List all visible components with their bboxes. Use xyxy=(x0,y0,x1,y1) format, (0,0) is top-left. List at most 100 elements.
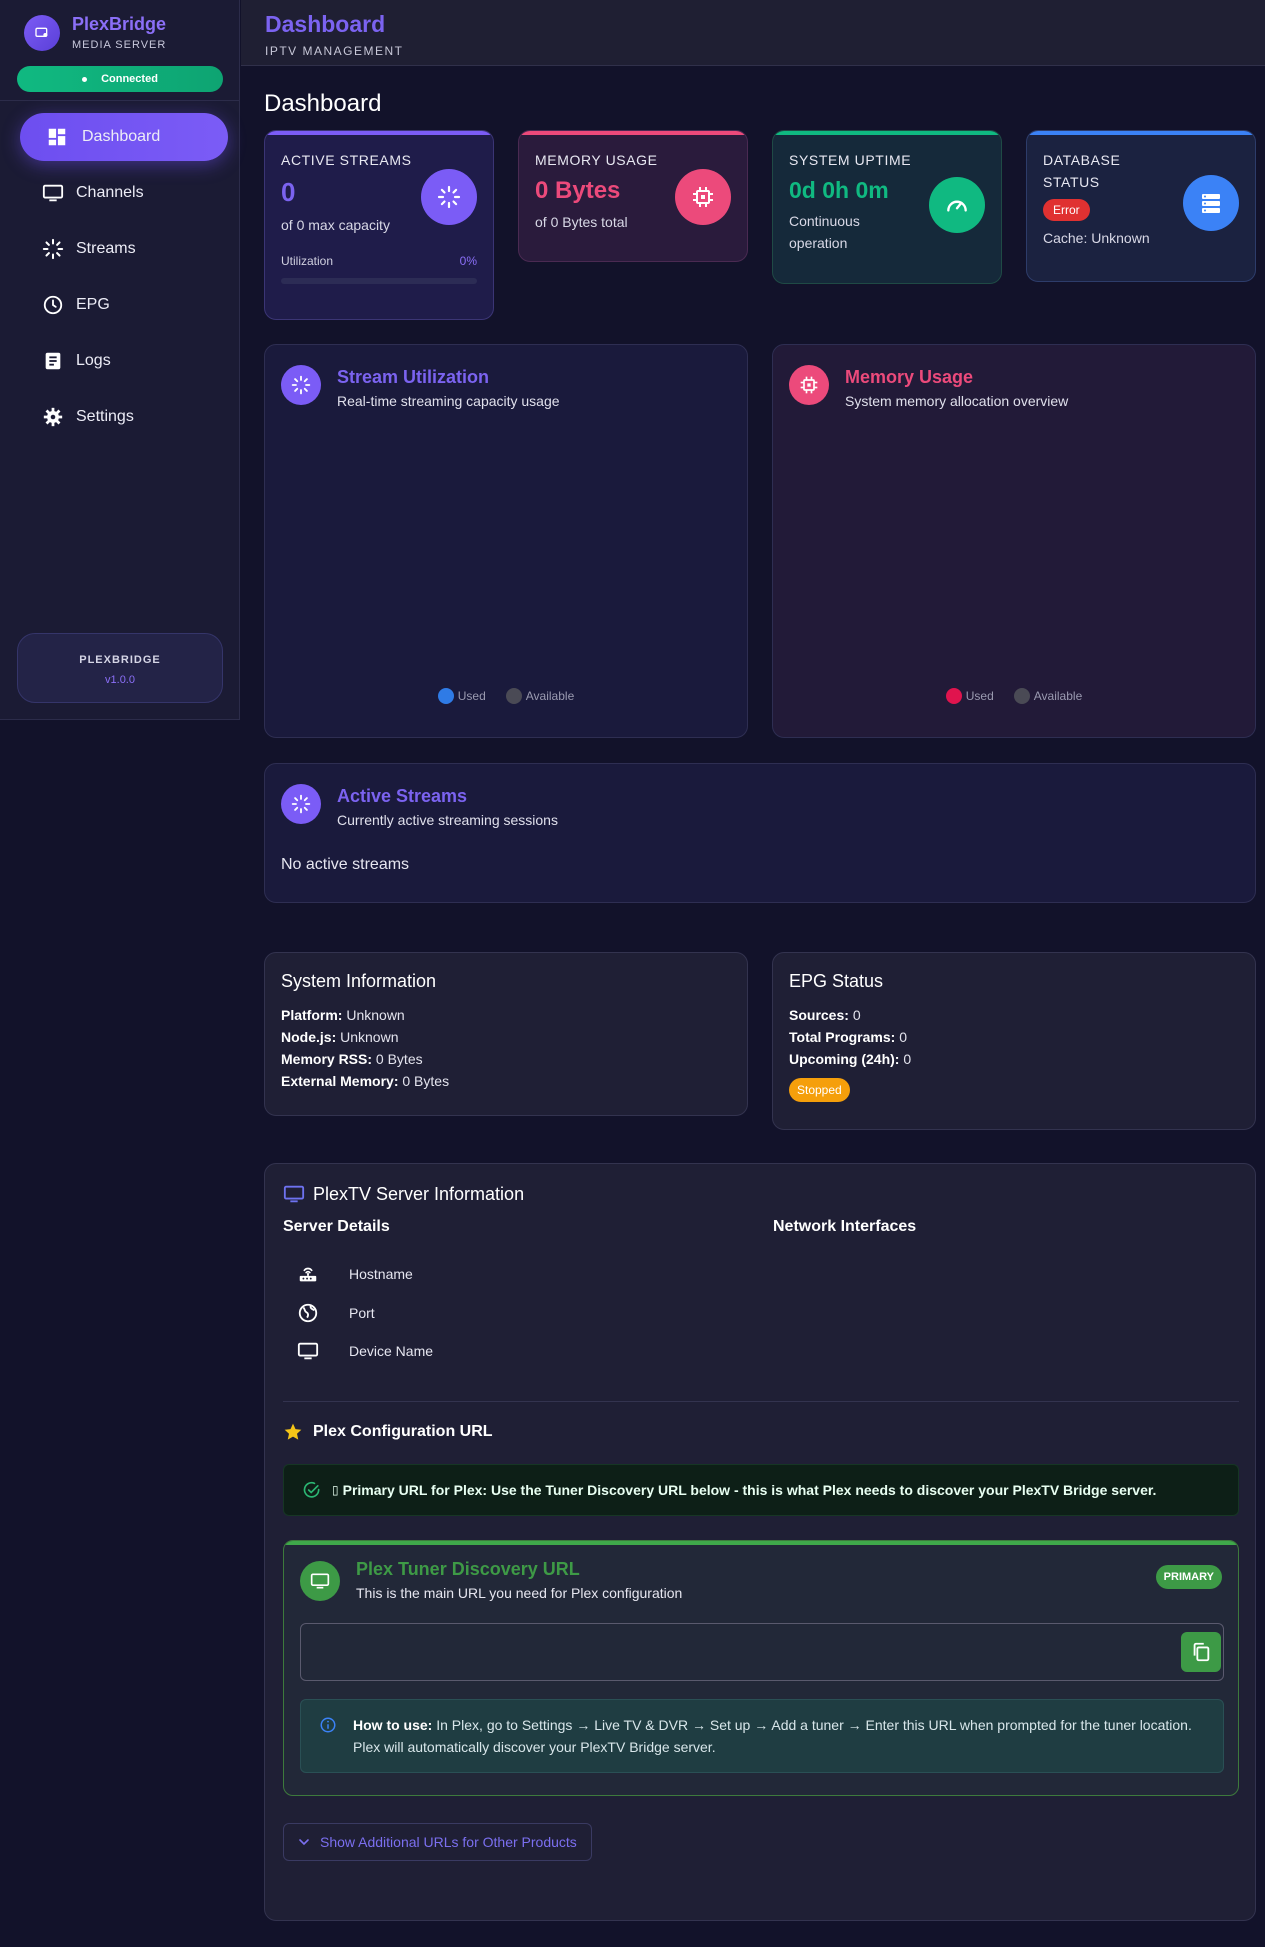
utilization-progress-bar xyxy=(281,278,477,284)
legend-label: Used xyxy=(965,689,994,703)
button-label: Show Additional URLs for Other Products xyxy=(320,1834,577,1850)
copy-url-button[interactable] xyxy=(1181,1632,1221,1672)
stat-label: DATABASE STATUS xyxy=(1043,152,1121,190)
sidebar-item-label: Logs xyxy=(76,352,111,369)
legend-item-available[interactable]: Available xyxy=(1013,688,1083,704)
database-icon xyxy=(1183,175,1239,231)
database-status-badge: Error xyxy=(1043,199,1090,221)
epg-status-card: EPG Status Sources: 0 Total Programs: 0 … xyxy=(772,952,1256,1130)
card-title: System Information xyxy=(281,971,437,991)
detail-row-port: Port xyxy=(297,1302,375,1324)
stat-card-database-status: DATABASE STATUS Error Cache: Unknown xyxy=(1026,130,1256,282)
sidebar-item-settings[interactable]: Settings xyxy=(20,393,228,441)
sidebar-divider xyxy=(0,100,239,101)
info-row: Memory RSS: 0 Bytes xyxy=(281,1051,423,1067)
sidebar-item-epg[interactable]: EPG xyxy=(20,281,228,329)
active-streams-panel: Active Streams Currently active streamin… xyxy=(264,763,1256,903)
plex-config-heading-text: Plex Configuration URL xyxy=(313,1423,493,1440)
alert-text: Use the Tuner Discovery URL below - this… xyxy=(487,1482,1157,1498)
copy-icon xyxy=(1193,1642,1210,1662)
brand-name: PlexBridge xyxy=(72,14,167,34)
info-row: Sources: 0 xyxy=(789,1007,861,1023)
stat-label: MEMORY USAGE xyxy=(535,152,658,168)
brand-subtitle: MEDIA SERVER xyxy=(72,39,167,51)
detail-label: Hostname xyxy=(349,1266,413,1282)
sidebar-item-dashboard[interactable]: Dashboard xyxy=(20,113,228,161)
tuner-title: Plex Tuner Discovery URL xyxy=(356,1559,580,1579)
sidebar-item-label: EPG xyxy=(76,296,110,313)
primary-badge: PRIMARY xyxy=(1155,1565,1222,1589)
panel-subtitle: Real-time streaming capacity usage xyxy=(337,393,560,409)
stream-utilization-panel: Stream Utilization Real-time streaming c… xyxy=(264,344,748,738)
star-icon xyxy=(284,1423,302,1440)
streams-icon xyxy=(281,784,321,824)
status-dot-icon xyxy=(82,76,88,82)
router-icon xyxy=(299,1267,317,1282)
system-information-card: System Information Platform: Unknown Nod… xyxy=(264,952,748,1116)
network-interfaces-heading: Network Interfaces xyxy=(773,1218,917,1235)
info-row: Platform: Unknown xyxy=(281,1007,405,1023)
stat-label: ACTIVE STREAMS xyxy=(281,152,412,168)
sidebar-nav: Dashboard Channels Streams EPG Logs Sett… xyxy=(20,113,228,449)
panel-subtitle: System memory allocation overview xyxy=(845,393,1069,409)
detail-label: Device Name xyxy=(349,1343,434,1359)
sidebar-footer: PLEXBRIDGE v1.0.0 xyxy=(17,633,223,703)
sidebar-item-logs[interactable]: Logs xyxy=(20,337,228,385)
sidebar-item-streams[interactable]: Streams xyxy=(20,225,228,273)
streams-icon xyxy=(42,238,64,260)
info-row: External Memory: 0 Bytes xyxy=(281,1073,450,1089)
legend-item-used[interactable]: Used xyxy=(437,688,486,704)
plex-config-heading: Plex Configuration URL xyxy=(283,1422,493,1442)
clock-icon xyxy=(43,295,63,315)
sidebar: PlexBridge MEDIA SERVER Connected Dashbo… xyxy=(0,0,240,720)
tv-icon xyxy=(283,1185,305,1203)
tuner-url-field[interactable] xyxy=(300,1623,1224,1681)
streams-icon xyxy=(421,169,477,225)
info-row: Node.js: Unknown xyxy=(281,1029,399,1045)
sidebar-item-channels[interactable]: Channels xyxy=(20,169,228,217)
plextv-server-panel: PlexTV Server Information Server Details… xyxy=(264,1163,1256,1921)
sidebar-item-label: Dashboard xyxy=(82,128,161,145)
stat-card-active-streams: ACTIVE STREAMS 0 of 0 max capacity Utili… xyxy=(264,130,494,320)
alert-bold-text: Primary URL for Plex: xyxy=(342,1482,488,1498)
speedometer-icon xyxy=(929,177,985,233)
brand-logo-icon xyxy=(24,14,60,51)
chart-legend: Used Available xyxy=(773,688,1255,704)
card-title: EPG Status xyxy=(789,971,884,991)
primary-url-alert: ▯ Primary URL for Plex: Use the Tuner Di… xyxy=(283,1464,1239,1516)
brand[interactable]: PlexBridge MEDIA SERVER xyxy=(24,14,166,51)
alert-glyph: ▯ xyxy=(332,1483,339,1497)
legend-item-available[interactable]: Available xyxy=(505,688,574,704)
page-title: Dashboard xyxy=(264,90,382,117)
gear-icon xyxy=(43,407,63,427)
info-row: Total Programs: 0 xyxy=(789,1029,907,1045)
tuner-discovery-card: Plex Tuner Discovery URL This is the mai… xyxy=(283,1540,1239,1796)
detail-row-hostname: Hostname xyxy=(297,1263,413,1285)
legend-label: Available xyxy=(1033,689,1083,703)
stat-card-memory-usage: MEMORY USAGE 0 Bytes of 0 Bytes total xyxy=(518,130,748,262)
tuner-subtitle: This is the main URL you need for Plex c… xyxy=(356,1585,683,1601)
info-row: Upcoming (24h): 0 xyxy=(789,1051,912,1067)
panel-title: Stream Utilization xyxy=(337,367,490,387)
dashboard-icon xyxy=(48,128,66,146)
stat-label: SYSTEM UPTIME xyxy=(789,152,912,168)
footer-app-name: PLEXBRIDGE xyxy=(79,654,161,666)
footer-version: v1.0.0 xyxy=(105,674,135,686)
connection-status-badge: Connected xyxy=(17,66,223,92)
show-additional-urls-button[interactable]: Show Additional URLs for Other Products xyxy=(283,1823,592,1861)
monitor-icon xyxy=(297,1342,319,1360)
panel-title: PlexTV Server Information xyxy=(283,1183,524,1205)
utilization-percent: 0% xyxy=(459,254,477,268)
header-title: Dashboard xyxy=(265,11,386,37)
legend-item-used[interactable]: Used xyxy=(945,688,994,704)
how-to-use-info: How to use: In Plex, go to Settings → Li… xyxy=(300,1699,1224,1773)
chevron-down-icon xyxy=(299,1839,309,1846)
utilization-row: Utilization 0% xyxy=(281,254,477,268)
tv-icon xyxy=(300,1561,340,1601)
sidebar-item-label: Streams xyxy=(76,240,136,257)
panel-title: Active Streams xyxy=(337,786,468,806)
server-details-heading: Server Details xyxy=(283,1218,390,1235)
panel-subtitle: Currently active streaming sessions xyxy=(337,812,558,828)
sidebar-item-label: Channels xyxy=(76,184,144,201)
panel-title: Memory Usage xyxy=(845,367,974,387)
